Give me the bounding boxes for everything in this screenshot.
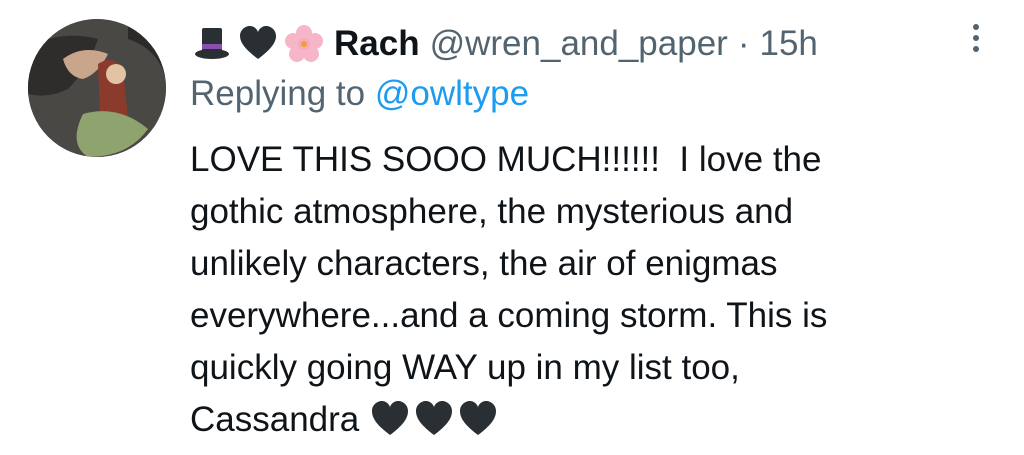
black-heart-icon <box>372 401 409 435</box>
user-handle[interactable]: @wren_and_paper <box>430 24 728 64</box>
black-heart-icon <box>236 22 280 66</box>
timestamp[interactable]: 15h <box>760 24 818 64</box>
more-options-button[interactable] <box>958 18 994 58</box>
avatar-image <box>28 19 166 157</box>
more-options-icon <box>973 24 979 30</box>
more-options-dot <box>973 46 979 52</box>
more-options-dot <box>973 35 979 41</box>
separator-dot: · <box>737 24 750 63</box>
display-name[interactable]: Rach <box>334 24 420 64</box>
tweet-header: Rach @wren_and_paper · 15h <box>190 18 950 70</box>
tweet-content: Rach @wren_and_paper · 15h Replying to @… <box>190 18 950 446</box>
cherry-blossom-icon <box>282 22 326 66</box>
replying-to-label: Replying to <box>190 74 366 113</box>
reply-target-link[interactable]: @owltype <box>375 74 529 113</box>
top-hat-icon <box>190 22 234 66</box>
tweet-text-content: LOVE THIS SOOO MUCH!!!!!! I love the got… <box>190 140 828 439</box>
trailing-emojis <box>369 399 501 439</box>
replying-to: Replying to @owltype <box>190 74 950 120</box>
tweet[interactable]: Rach @wren_and_paper · 15h Replying to @… <box>0 0 1024 455</box>
tweet-text: LOVE THIS SOOO MUCH!!!!!! I love the got… <box>190 134 950 446</box>
black-heart-icon <box>460 401 497 435</box>
avatar[interactable] <box>28 19 166 157</box>
black-heart-icon <box>416 401 453 435</box>
